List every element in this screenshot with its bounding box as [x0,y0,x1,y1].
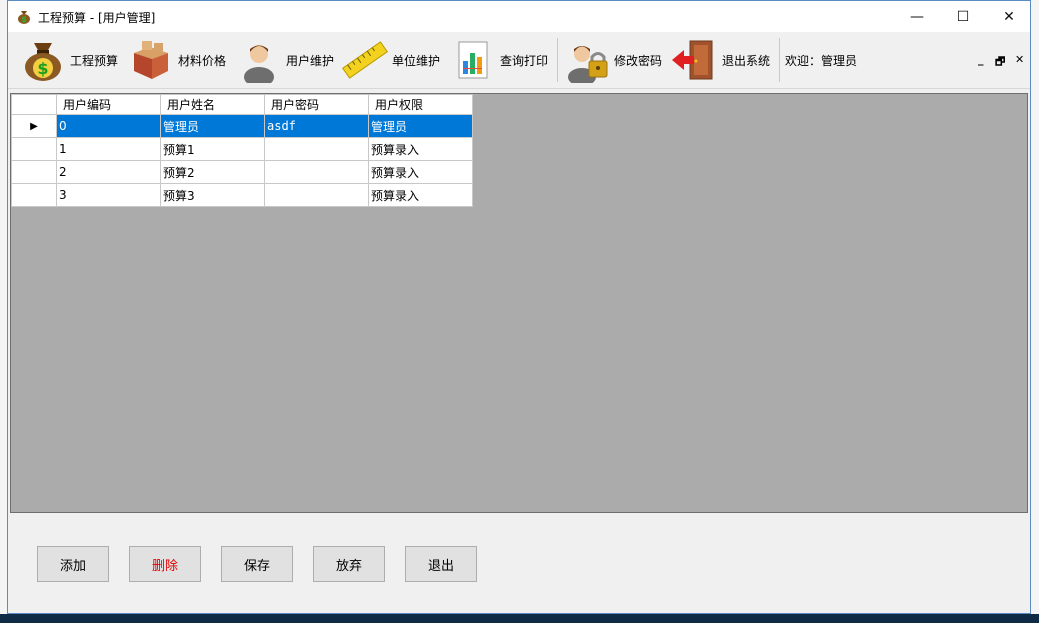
table-header-row: 用户编码 用户姓名 用户密码 用户权限 [11,94,473,115]
toolbar-change-password-button[interactable]: 修改密码 [562,35,662,85]
cell-user-name[interactable]: 预算2 [160,160,265,184]
close-button[interactable]: ✕ [986,1,1032,32]
cell-user-permission[interactable]: 预算录入 [368,183,473,207]
svg-text:$: $ [21,15,27,24]
desktop-bottom-strip [0,614,1039,623]
maximize-button[interactable]: ☐ [940,1,986,32]
cell-user-code[interactable]: 0 [56,114,161,138]
save-button[interactable]: 保存 [221,546,293,582]
minimize-icon: — [910,8,924,25]
minimize-button[interactable]: — [894,1,940,32]
cell-user-permission[interactable]: 预算录入 [368,160,473,184]
toolbar-budget-button[interactable]: $ 工程预算 [18,35,118,85]
cell-user-name[interactable]: 预算1 [160,137,265,161]
toolbar-exit-system-button[interactable]: 退出系统 [670,35,770,85]
mdi-close-button[interactable]: ✕ [1015,53,1024,66]
main-toolbar: $ 工程预算 材料价格 用户维护 单位维护 查询打印 修改密码 退出系统 欢迎：… [8,32,1030,89]
money-bag-icon: $ [16,8,32,24]
row-header[interactable] [11,160,57,184]
current-row-indicator-icon[interactable]: ▶ [11,114,57,138]
cell-user-code[interactable]: 3 [56,183,161,207]
add-button[interactable]: 添加 [37,546,109,582]
chart-report-icon [448,35,498,85]
row-header[interactable] [11,183,57,207]
user-table: 用户编码 用户姓名 用户密码 用户权限 ▶ 0 管理员 asdf 管理员 1 预… [11,94,473,207]
user-grid[interactable]: 用户编码 用户姓名 用户密码 用户权限 ▶ 0 管理员 asdf 管理员 1 预… [10,93,1028,513]
maximize-icon: ☐ [956,8,970,25]
welcome-text: 欢迎：管理员 [785,54,858,68]
row-header-corner[interactable] [11,94,57,115]
mdi-minimize-button[interactable]: _ [978,53,984,66]
main-window: $ 工程预算 - [用户管理] — ☐ ✕ $ 工程预算 材料价格 用户维护 单… [7,0,1031,614]
toolbar-unit-maintenance-button[interactable]: 单位维护 [340,35,440,85]
cell-user-password[interactable] [264,160,369,184]
mdi-restore-button[interactable]: 🗗 [995,53,1005,72]
column-header-user-permission[interactable]: 用户权限 [368,94,473,115]
user-icon [234,35,284,85]
background-window-strip-right [1031,0,1039,623]
svg-text:$: $ [37,59,48,78]
delete-button[interactable]: 删除 [129,546,201,582]
toolbar-user-maintenance-button[interactable]: 用户维护 [234,35,334,85]
cell-user-name[interactable]: 管理员 [160,114,265,138]
exit-door-icon [670,35,720,85]
cell-user-permission[interactable]: 预算录入 [368,137,473,161]
table-row[interactable]: 2 预算2 预算录入 [11,160,473,184]
toolbar-query-print-button[interactable]: 查询打印 [448,35,548,85]
toolbar-material-price-label: 材料价格 [178,53,227,68]
toolbar-change-password-label: 修改密码 [614,53,663,68]
user-lock-icon [562,35,612,85]
row-header[interactable] [11,137,57,161]
table-row[interactable]: ▶ 0 管理员 asdf 管理员 [11,114,473,138]
table-row[interactable]: 1 预算1 预算录入 [11,137,473,161]
toolbar-budget-label: 工程预算 [70,53,119,68]
toolbar-separator [557,38,558,82]
cell-user-code[interactable]: 1 [56,137,161,161]
toolbar-material-price-button[interactable]: 材料价格 [126,35,226,85]
toolbar-unit-maintenance-label: 单位维护 [392,53,441,68]
toolbar-exit-system-label: 退出系统 [722,53,771,68]
discard-button[interactable]: 放弃 [313,546,385,582]
exit-button[interactable]: 退出 [405,546,477,582]
toolbar-query-print-label: 查询打印 [500,53,549,68]
title-bar[interactable]: $ 工程预算 - [用户管理] — ☐ ✕ [8,1,1030,32]
table-row[interactable]: 3 预算3 预算录入 [11,183,473,207]
toolbar-separator [779,38,780,82]
window-title: 工程预算 - [用户管理] [38,11,156,25]
column-header-user-name[interactable]: 用户姓名 [160,94,265,115]
cell-user-password[interactable] [264,183,369,207]
cell-user-code[interactable]: 2 [56,160,161,184]
money-bag-icon: $ [18,35,68,85]
toolbar-user-maintenance-label: 用户维护 [286,53,335,68]
column-header-user-password[interactable]: 用户密码 [264,94,369,115]
cell-user-permission[interactable]: 管理员 [368,114,473,138]
ruler-icon [340,35,390,85]
boxes-icon [126,35,176,85]
cell-user-password[interactable]: asdf [264,114,369,138]
cell-user-name[interactable]: 预算3 [160,183,265,207]
close-icon: ✕ [1003,8,1015,25]
column-header-user-code[interactable]: 用户编码 [56,94,161,115]
cell-user-password[interactable] [264,137,369,161]
